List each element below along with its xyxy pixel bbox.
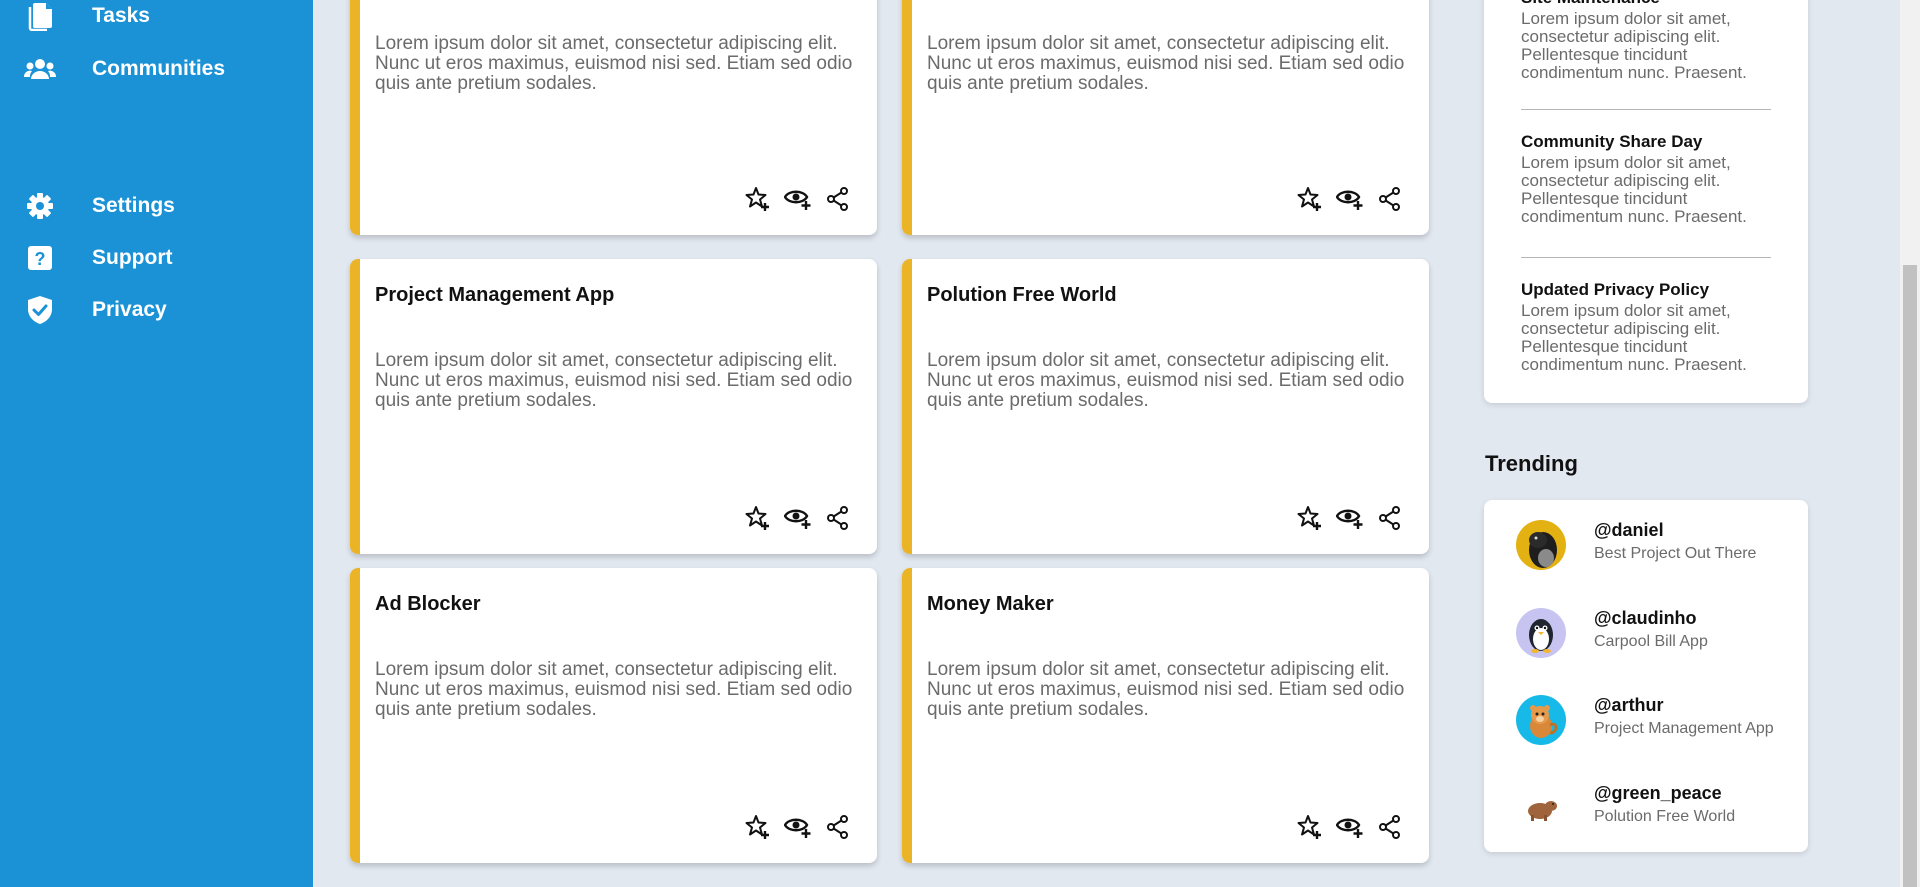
share-icon[interactable]: [824, 813, 852, 841]
star-add-icon[interactable]: [1296, 185, 1324, 213]
avatar: [1516, 520, 1566, 570]
card-actions: [1296, 813, 1404, 841]
card-description: Lorem ipsum dolor sit amet, consectetur …: [927, 350, 1405, 411]
gear-icon: [24, 190, 56, 222]
question-icon: ?: [24, 242, 56, 274]
shield-icon: [24, 294, 56, 326]
share-icon[interactable]: [824, 504, 852, 532]
sidebar-item-support[interactable]: ? Support: [0, 236, 313, 280]
watch-add-icon[interactable]: [1336, 813, 1364, 841]
announcement-text: Lorem ipsum dolor sit amet, consectetur …: [1521, 9, 1747, 82]
card-actions: [1296, 185, 1404, 213]
page-scrollbar[interactable]: [1900, 0, 1920, 887]
star-add-icon[interactable]: [1296, 813, 1324, 841]
share-icon[interactable]: [1376, 813, 1404, 841]
sidebar-item-label: Tasks: [92, 4, 150, 27]
star-add-icon[interactable]: [744, 185, 772, 213]
sidebar-item-label: Support: [92, 246, 173, 269]
star-add-icon[interactable]: [1296, 504, 1324, 532]
avatar: [1516, 608, 1566, 658]
sidebar: Tasks Communities Settings ? Support Pri…: [0, 0, 313, 887]
trending-heading: Trending: [1485, 451, 1578, 476]
share-icon[interactable]: [824, 185, 852, 213]
card-accent-bar: [350, 259, 360, 554]
watch-add-icon[interactable]: [784, 813, 812, 841]
trending-handle: @arthur: [1594, 695, 1664, 715]
card-accent-bar: [902, 0, 912, 235]
sidebar-item-label: Communities: [92, 57, 226, 80]
trending-handle: @claudinho: [1594, 608, 1697, 628]
project-card: Polution Free World Lorem ipsum dolor si…: [902, 259, 1429, 554]
divider: [1521, 109, 1771, 110]
trending-panel: @daniel Best Project Out There @claudinh…: [1484, 500, 1808, 852]
share-icon[interactable]: [1376, 504, 1404, 532]
trending-handle: @green_peace: [1594, 783, 1722, 803]
star-add-icon[interactable]: [744, 504, 772, 532]
avatar: [1516, 695, 1566, 745]
card-title: Money Maker: [927, 593, 1054, 615]
sidebar-item-privacy[interactable]: Privacy: [0, 288, 313, 332]
trending-item[interactable]: @claudinho Carpool Bill App: [1516, 608, 1796, 664]
card-actions: [744, 813, 852, 841]
trending-item[interactable]: @arthur Project Management App: [1516, 695, 1796, 751]
scrollbar-thumb[interactable]: [1903, 265, 1917, 887]
svg-text:?: ?: [35, 249, 46, 269]
card-description: Lorem ipsum dolor sit amet, consectetur …: [375, 350, 853, 411]
card-accent-bar: [350, 568, 360, 863]
card-title: Ad Blocker: [375, 593, 481, 615]
card-accent-bar: [350, 0, 360, 235]
project-card: Lorem ipsum dolor sit amet, consectetur …: [902, 0, 1429, 235]
watch-add-icon[interactable]: [784, 504, 812, 532]
star-add-icon[interactable]: [744, 813, 772, 841]
announcement-title: Community Share Day: [1521, 132, 1703, 151]
watch-add-icon[interactable]: [784, 185, 812, 213]
announcement-item: Community Share Day Lorem ipsum dolor si…: [1521, 132, 1771, 226]
announcements-panel: Site Maintenance Lorem ipsum dolor sit a…: [1484, 0, 1808, 403]
announcement-text: Lorem ipsum dolor sit amet, consectetur …: [1521, 301, 1747, 374]
card-title: Polution Free World: [927, 284, 1117, 306]
project-card: Money Maker Lorem ipsum dolor sit amet, …: [902, 568, 1429, 863]
users-icon: [24, 53, 56, 85]
sidebar-item-label: Privacy: [92, 298, 167, 321]
card-description: Lorem ipsum dolor sit amet, consectetur …: [375, 659, 853, 720]
project-card: Lorem ipsum dolor sit amet, consectetur …: [350, 0, 877, 235]
card-description: Lorem ipsum dolor sit amet, consectetur …: [927, 659, 1405, 720]
card-accent-bar: [902, 259, 912, 554]
card-title: Project Management App: [375, 284, 615, 306]
card-actions: [744, 185, 852, 213]
trending-item[interactable]: @green_peace Polution Free World: [1516, 783, 1796, 839]
watch-add-icon[interactable]: [1336, 185, 1364, 213]
trending-project: Best Project Out There: [1594, 545, 1757, 562]
divider: [1521, 257, 1771, 258]
card-description: Lorem ipsum dolor sit amet, consectetur …: [375, 33, 853, 94]
share-icon[interactable]: [1376, 185, 1404, 213]
sidebar-item-communities[interactable]: Communities: [0, 47, 313, 91]
trending-item[interactable]: @daniel Best Project Out There: [1516, 520, 1796, 576]
announcement-text: Lorem ipsum dolor sit amet, consectetur …: [1521, 153, 1747, 226]
card-description: Lorem ipsum dolor sit amet, consectetur …: [927, 33, 1405, 94]
announcement-title: Updated Privacy Policy: [1521, 280, 1710, 299]
announcement-item: Updated Privacy Policy Lorem ipsum dolor…: [1521, 280, 1771, 374]
sidebar-item-label: Settings: [92, 194, 175, 217]
watch-add-icon[interactable]: [1336, 504, 1364, 532]
card-actions: [1296, 504, 1404, 532]
sidebar-item-settings[interactable]: Settings: [0, 184, 313, 228]
card-actions: [744, 504, 852, 532]
trending-project: Project Management App: [1594, 720, 1774, 737]
trending-project: Polution Free World: [1594, 808, 1736, 825]
announcement-item: Site Maintenance Lorem ipsum dolor sit a…: [1521, 0, 1771, 82]
avatar: [1516, 783, 1566, 833]
card-accent-bar: [902, 568, 912, 863]
sidebar-item-tasks[interactable]: Tasks: [0, 0, 313, 38]
project-card: Project Management App Lorem ipsum dolor…: [350, 259, 877, 554]
file-icon: [24, 0, 56, 32]
project-card: Ad Blocker Lorem ipsum dolor sit amet, c…: [350, 568, 877, 863]
trending-project: Carpool Bill App: [1594, 633, 1708, 650]
trending-handle: @daniel: [1594, 520, 1664, 540]
